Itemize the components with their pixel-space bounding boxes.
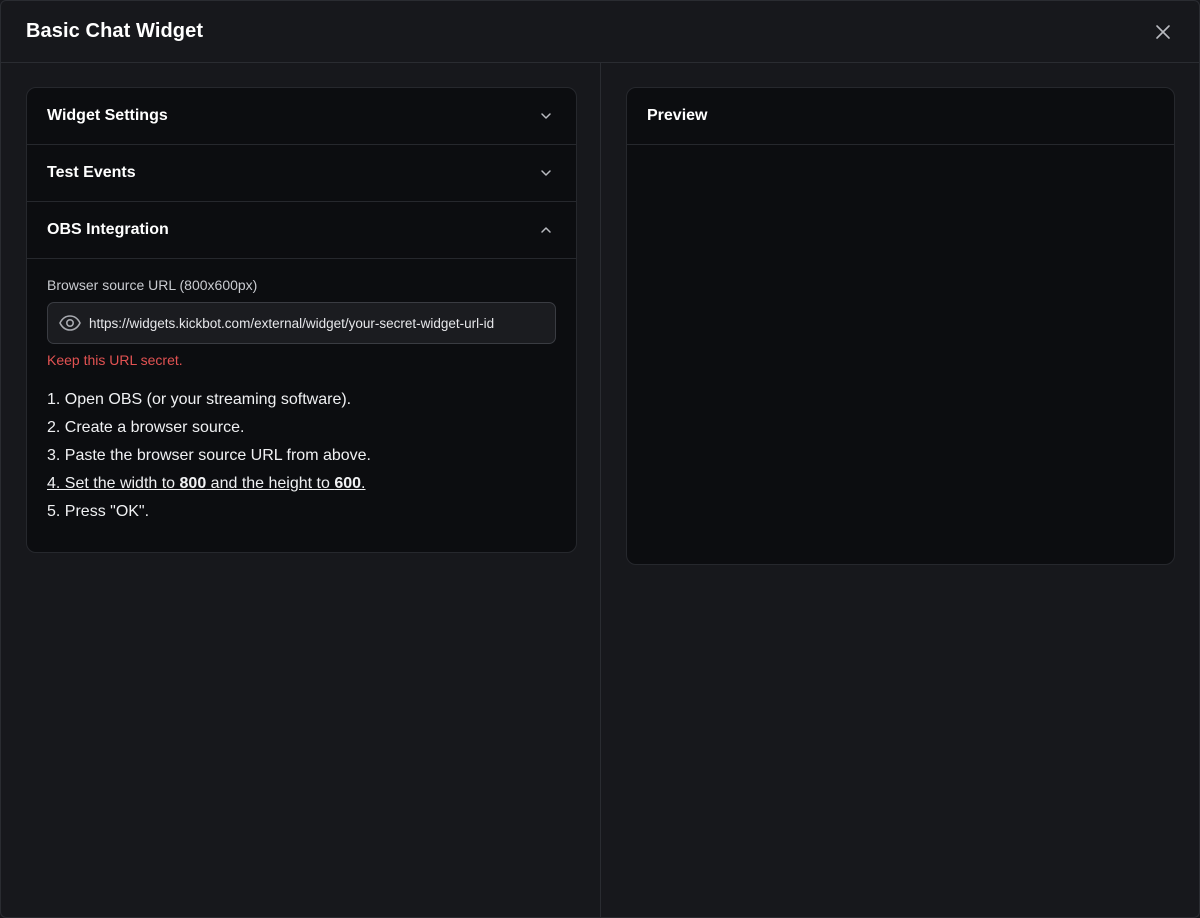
obs-integration-content: Browser source URL (800x600px) https://w… — [27, 259, 576, 552]
close-button[interactable] — [1151, 20, 1175, 44]
preview-header: Preview — [627, 88, 1174, 145]
instruction-step: 3. Paste the browser source URL from abo… — [47, 447, 371, 464]
width-value: 800 — [179, 475, 207, 492]
url-secret-warning: Keep this URL secret. — [47, 352, 183, 368]
modal-body: Widget Settings Test Events OBS Integrat… — [1, 63, 1199, 917]
settings-accordion: Widget Settings Test Events OBS Integrat… — [26, 87, 577, 553]
accordion-widget-settings[interactable]: Widget Settings — [27, 88, 576, 145]
chevron-up-icon — [538, 222, 554, 238]
obs-instructions: 1. Open OBS (or your streaming software)… — [47, 386, 556, 526]
settings-column: Widget Settings Test Events OBS Integrat… — [1, 63, 601, 917]
modal-title: Basic Chat Widget — [26, 20, 204, 42]
chevron-down-icon — [538, 108, 554, 124]
instruction-step: 2. Create a browser source. — [47, 419, 245, 436]
preview-column: Preview — [602, 63, 1199, 917]
step-text: 4. Set the width to — [47, 475, 180, 492]
step-text: . — [361, 475, 366, 492]
step-text: and the height to — [206, 475, 335, 492]
accordion-obs-integration[interactable]: OBS Integration — [27, 202, 576, 259]
modal-header: Basic Chat Widget — [1, 1, 1199, 63]
accordion-title: Test Events — [47, 164, 136, 181]
accordion-test-events[interactable]: Test Events — [27, 145, 576, 202]
preview-title: Preview — [647, 107, 708, 124]
accordion-title: OBS Integration — [47, 221, 169, 238]
widget-modal: Basic Chat Widget Widget Settings Test E… — [0, 0, 1200, 918]
preview-panel: Preview — [626, 87, 1175, 565]
height-value: 600 — [334, 475, 362, 492]
instruction-step-dimensions: 4. Set the width to 800 and the height t… — [47, 470, 556, 498]
instruction-step: 1. Open OBS (or your streaming software)… — [47, 391, 352, 408]
accordion-title: Widget Settings — [47, 107, 168, 124]
browser-source-url-field[interactable]: https://widgets.kickbot.com/external/wid… — [47, 302, 556, 344]
eye-icon[interactable] — [58, 311, 82, 335]
instruction-step: 5. Press "OK". — [47, 503, 150, 520]
chevron-down-icon — [538, 165, 554, 181]
browser-source-url-value: https://widgets.kickbot.com/external/wid… — [89, 315, 495, 331]
url-field-label: Browser source URL (800x600px) — [47, 277, 258, 293]
close-icon — [1156, 24, 1170, 39]
